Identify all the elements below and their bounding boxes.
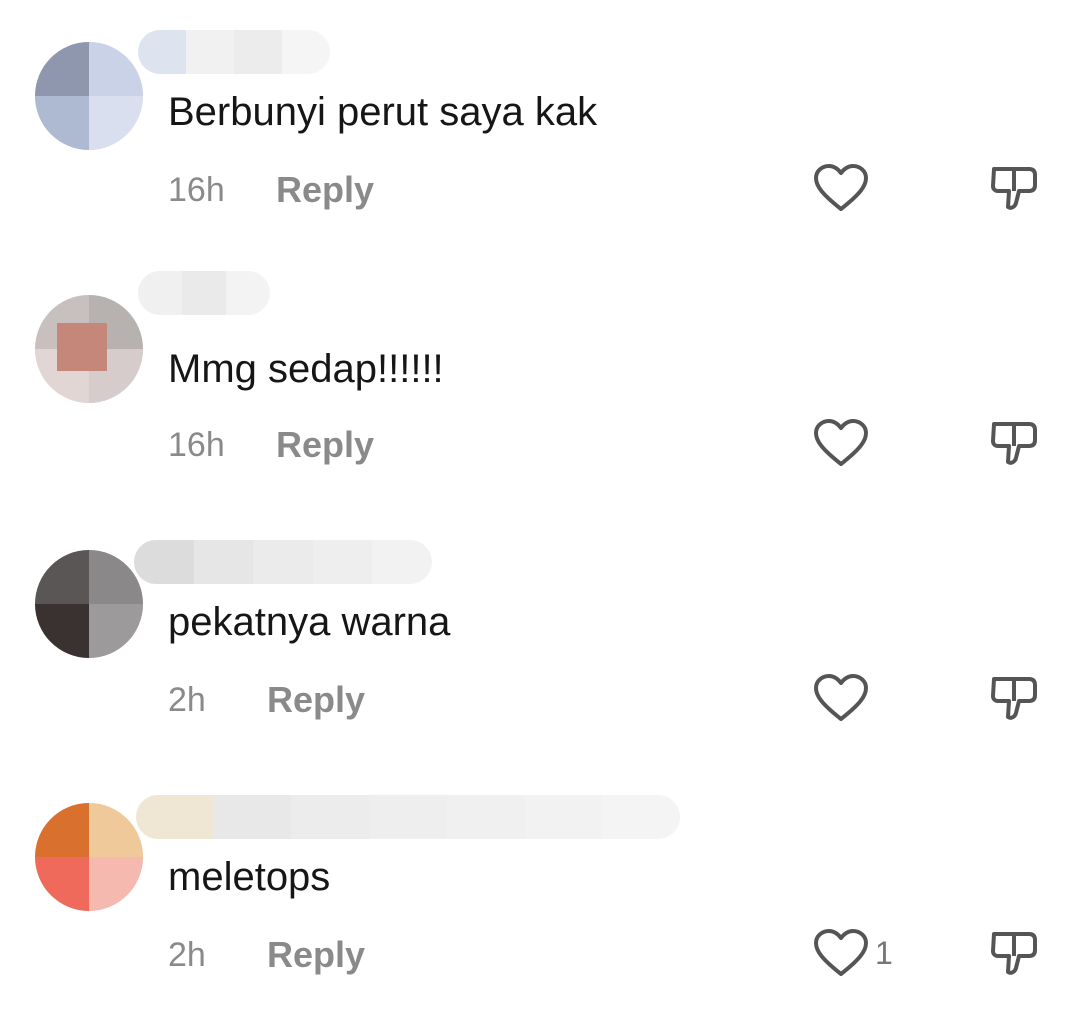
reply-button[interactable]: Reply bbox=[276, 170, 374, 210]
comment-text: pekatnya warna bbox=[168, 600, 451, 644]
avatar-cell bbox=[89, 803, 143, 857]
like-count: 1 bbox=[875, 935, 893, 971]
heart-outline-icon bbox=[814, 419, 868, 466]
reply-button[interactable]: Reply bbox=[267, 935, 365, 975]
dislike-button[interactable] bbox=[985, 163, 1043, 213]
comment-time: 16h bbox=[168, 171, 225, 209]
comment-text: Berbunyi perut saya kak bbox=[168, 90, 598, 134]
blur-cell bbox=[291, 795, 370, 839]
username-blurred[interactable] bbox=[134, 540, 432, 584]
avatar-cell bbox=[89, 604, 143, 658]
blur-cell bbox=[213, 795, 292, 839]
blur-cell bbox=[138, 30, 186, 74]
username-blurred[interactable] bbox=[138, 30, 330, 74]
heart-outline-icon bbox=[814, 929, 868, 976]
avatar-cell bbox=[35, 604, 89, 658]
blur-cell bbox=[446, 795, 525, 839]
like-button[interactable] bbox=[812, 163, 870, 213]
heart-outline-icon bbox=[814, 164, 868, 211]
like-button[interactable] bbox=[812, 418, 870, 468]
blur-cell bbox=[226, 271, 270, 315]
avatar-cell bbox=[35, 42, 89, 96]
avatar[interactable] bbox=[35, 803, 143, 911]
blur-cell bbox=[193, 540, 254, 584]
avatar-cell bbox=[35, 803, 89, 857]
comment-text: meletops bbox=[168, 855, 331, 899]
avatar-cell bbox=[89, 42, 143, 96]
blur-cell bbox=[253, 540, 313, 584]
comment-time: 2h bbox=[168, 681, 206, 719]
comment-time: 16h bbox=[168, 426, 225, 464]
thumbs-down-icon bbox=[991, 677, 1037, 720]
like-button[interactable] bbox=[812, 928, 870, 978]
thumbs-down-icon bbox=[991, 932, 1037, 975]
thumbs-down-icon bbox=[991, 167, 1037, 210]
like-button[interactable] bbox=[812, 673, 870, 723]
avatar-cell bbox=[57, 323, 107, 371]
avatar[interactable] bbox=[35, 42, 143, 150]
blur-cell bbox=[282, 30, 330, 74]
thumbs-down-icon bbox=[991, 422, 1037, 465]
dislike-button[interactable] bbox=[985, 928, 1043, 978]
comment-item: pekatnya warna 2h Reply bbox=[0, 510, 1080, 765]
reply-button[interactable]: Reply bbox=[276, 425, 374, 465]
blur-cell bbox=[138, 271, 182, 315]
blur-cell bbox=[369, 795, 447, 839]
blur-cell bbox=[372, 540, 432, 584]
avatar[interactable] bbox=[35, 550, 143, 658]
blur-cell bbox=[602, 795, 680, 839]
comment-item: Berbunyi perut saya kak 16h Reply bbox=[0, 0, 1080, 255]
avatar[interactable] bbox=[35, 295, 143, 403]
username-blurred[interactable] bbox=[138, 271, 270, 315]
avatar-cell bbox=[35, 550, 89, 604]
comment-item: meletops 2h Reply 1 bbox=[0, 765, 1080, 1020]
blur-cell bbox=[136, 795, 214, 839]
username-blurred[interactable] bbox=[136, 795, 680, 839]
avatar-cell bbox=[89, 857, 143, 911]
avatar-cell bbox=[35, 857, 89, 911]
blur-cell bbox=[234, 30, 282, 74]
avatar-cell bbox=[89, 550, 143, 604]
blur-cell bbox=[182, 271, 226, 315]
blur-cell bbox=[186, 30, 234, 74]
avatar-cell bbox=[89, 96, 143, 150]
comment-text: Mmg sedap!!!!!! bbox=[168, 347, 444, 391]
reply-button[interactable]: Reply bbox=[267, 680, 365, 720]
comment-time: 2h bbox=[168, 936, 206, 974]
dislike-button[interactable] bbox=[985, 418, 1043, 468]
avatar-cell bbox=[35, 96, 89, 150]
blur-cell bbox=[312, 540, 373, 584]
comment-item: Mmg sedap!!!!!! 16h Reply bbox=[0, 255, 1080, 510]
heart-outline-icon bbox=[814, 674, 868, 721]
dislike-button[interactable] bbox=[985, 673, 1043, 723]
blur-cell bbox=[524, 795, 603, 839]
